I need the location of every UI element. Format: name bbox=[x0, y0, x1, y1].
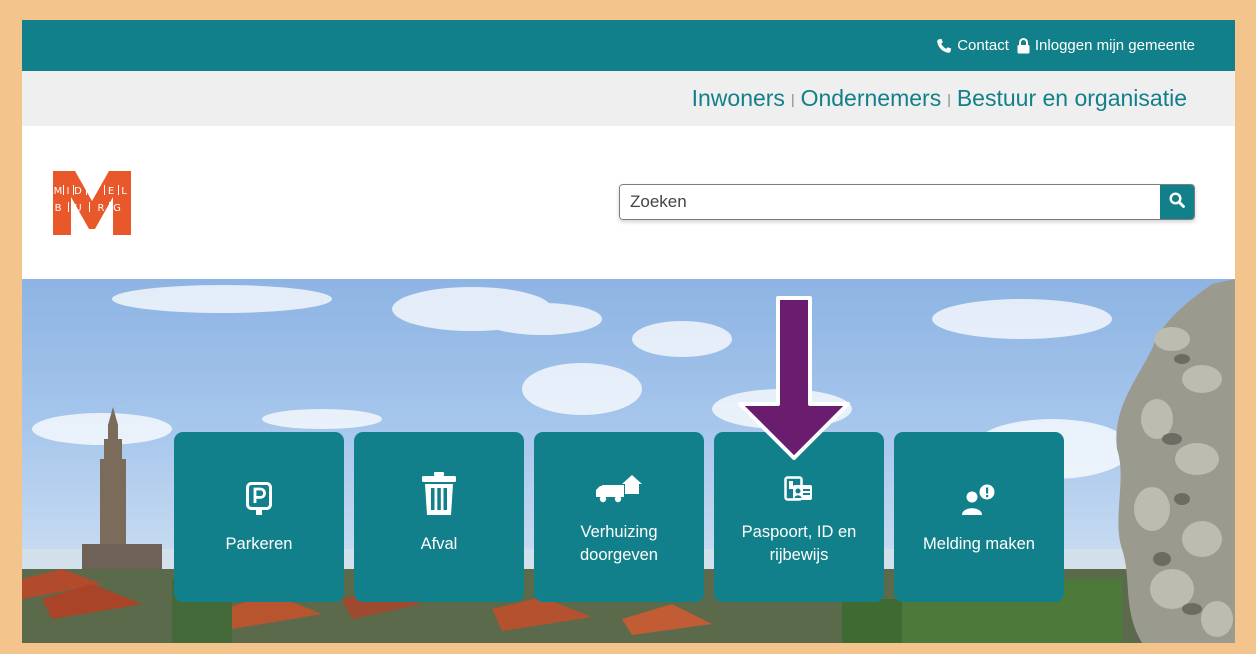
svg-text:G: G bbox=[113, 203, 121, 214]
svg-text:I: I bbox=[67, 186, 70, 197]
tile-label: Parkeren bbox=[225, 534, 293, 553]
nav-ondernemers[interactable]: Ondernemers bbox=[801, 85, 942, 112]
tile-label: Afval bbox=[420, 534, 458, 553]
contact-label: Contact bbox=[957, 37, 1009, 54]
hero-banner: Parkeren Afval Verhuizing doorgeven Pasp… bbox=[22, 279, 1235, 643]
search-input[interactable] bbox=[620, 185, 1160, 219]
nav-separator: | bbox=[790, 90, 795, 107]
site-header: MIDDEL BURG bbox=[22, 126, 1235, 279]
search-icon bbox=[1169, 191, 1185, 213]
tile-melding[interactable]: Melding maken bbox=[894, 432, 1064, 602]
phone-icon bbox=[936, 38, 952, 54]
tile-label: Verhuizing doorgeven bbox=[580, 523, 658, 564]
svg-text:U: U bbox=[74, 203, 81, 214]
annotation-arrow-icon bbox=[738, 296, 850, 460]
lock-icon bbox=[1017, 37, 1030, 54]
page-frame: Contact Inloggen mijn gemeente Inwoners … bbox=[22, 20, 1235, 643]
report-person-icon bbox=[961, 484, 997, 523]
tile-afval[interactable]: Afval bbox=[354, 432, 524, 602]
trash-icon bbox=[422, 471, 456, 523]
svg-text:B: B bbox=[55, 203, 62, 214]
quick-links: Parkeren Afval Verhuizing doorgeven Pasp… bbox=[174, 432, 1064, 602]
moving-truck-icon bbox=[596, 474, 642, 511]
nav-inwoners[interactable]: Inwoners bbox=[692, 85, 785, 112]
audience-nav: Inwoners | Ondernemers | Bestuur en orga… bbox=[22, 71, 1235, 126]
id-card-icon bbox=[784, 476, 814, 511]
login-link[interactable]: Inloggen mijn gemeente bbox=[1017, 37, 1195, 54]
tile-parkeren[interactable]: Parkeren bbox=[174, 432, 344, 602]
svg-text:M: M bbox=[54, 186, 63, 197]
svg-text:D: D bbox=[74, 186, 82, 197]
nav-separator: | bbox=[947, 90, 951, 107]
search-button[interactable] bbox=[1160, 185, 1194, 219]
login-label: Inloggen mijn gemeente bbox=[1034, 37, 1195, 54]
tile-label: Paspoort, ID en rijbewijs bbox=[741, 523, 857, 564]
nav-bestuur[interactable]: Bestuur en organisatie bbox=[957, 85, 1187, 112]
svg-text:E: E bbox=[108, 186, 114, 197]
middelburg-logo[interactable]: MIDDEL BURG bbox=[53, 171, 131, 235]
svg-text:L: L bbox=[121, 186, 127, 197]
tile-label: Melding maken bbox=[923, 534, 1035, 553]
top-utility-bar: Contact Inloggen mijn gemeente bbox=[22, 20, 1235, 71]
svg-text:D: D bbox=[90, 186, 98, 197]
tile-verhuizing[interactable]: Verhuizing doorgeven bbox=[534, 432, 704, 602]
contact-link[interactable]: Contact bbox=[936, 37, 1009, 54]
svg-text:R: R bbox=[98, 203, 105, 214]
search-bar bbox=[619, 184, 1195, 220]
parking-icon bbox=[246, 481, 272, 523]
